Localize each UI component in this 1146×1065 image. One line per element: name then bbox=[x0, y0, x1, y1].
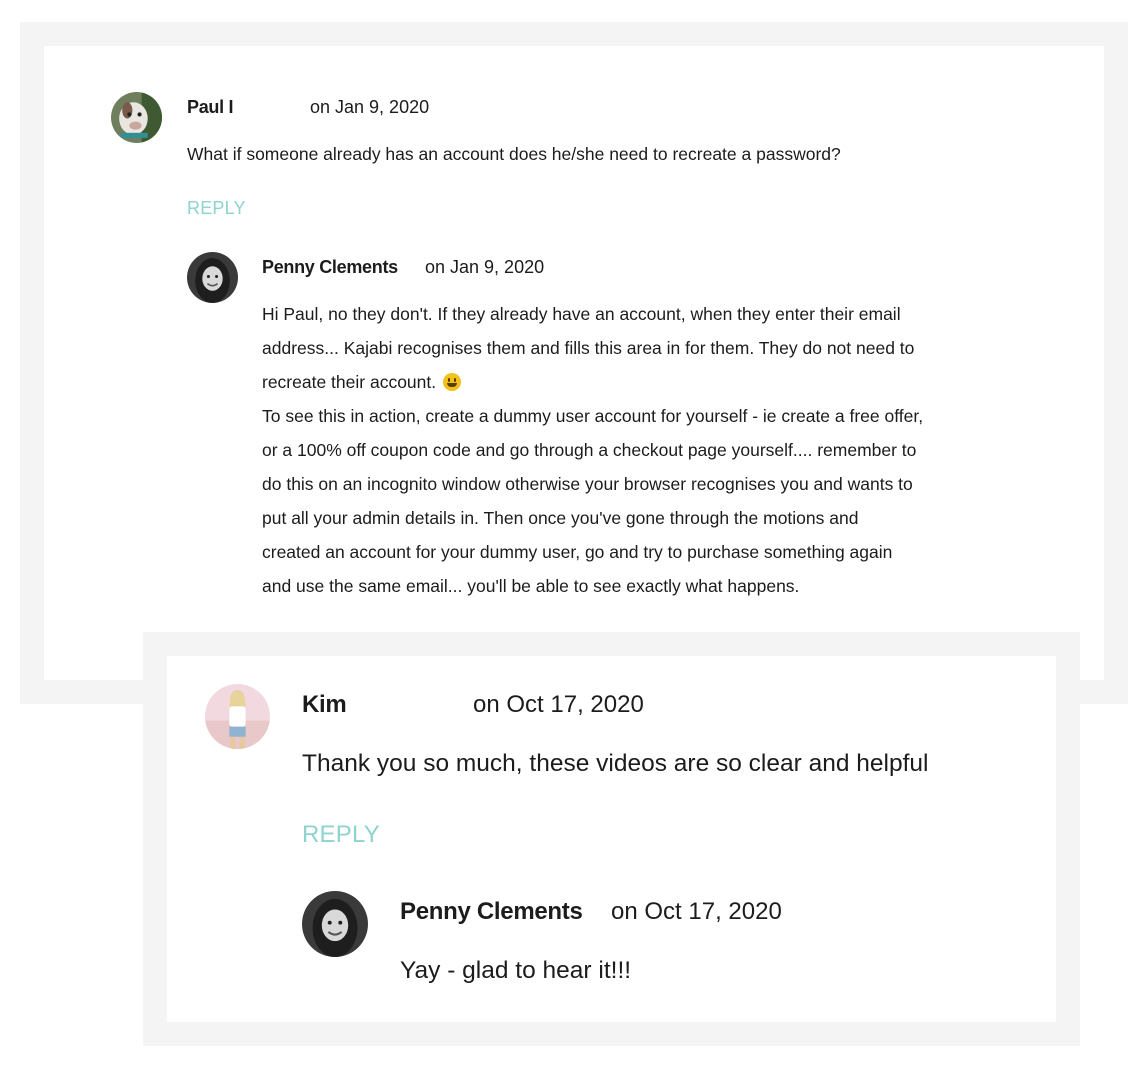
reply-date: on Jan 9, 2020 bbox=[425, 257, 545, 277]
reply-line-with-emoji: recreate their account. bbox=[262, 365, 923, 399]
redacted-name-mask bbox=[238, 96, 298, 120]
comment-author[interactable]: Kim bbox=[302, 691, 347, 719]
grinning-face-emoji-icon bbox=[443, 373, 461, 391]
woman-photo-avatar bbox=[187, 252, 238, 303]
reply-line: and use the same email... you'll be able… bbox=[262, 576, 800, 596]
reply-line: created an account for your dummy user, … bbox=[262, 542, 893, 562]
reply-button[interactable]: REPLY bbox=[187, 198, 246, 219]
reply-date: on Oct 17, 2020 bbox=[611, 898, 782, 925]
reply-line: do this on an incognito window otherwise… bbox=[262, 474, 913, 494]
reply-line: To see this in action, create a dummy us… bbox=[262, 406, 924, 426]
reply-text: Hi Paul, no they don't. If they already … bbox=[262, 297, 923, 603]
reply-line: Hi Paul, no they don't. If they already … bbox=[262, 304, 901, 324]
comment-date: on Jan 9, 2020 bbox=[310, 97, 430, 117]
reply-line: or a 100% off coupon code and go through… bbox=[262, 440, 917, 460]
reply-line: address... Kajabi recognises them and fi… bbox=[262, 338, 915, 358]
reply-button[interactable]: REPLY bbox=[302, 821, 380, 849]
woman-photo-avatar bbox=[302, 891, 368, 957]
dog-photo-avatar bbox=[111, 92, 162, 143]
comment-date: on Oct 17, 2020 bbox=[473, 691, 644, 718]
comment-text: What if someone already has an account d… bbox=[187, 144, 841, 164]
comment-text: Thank you so much, these videos are so c… bbox=[302, 750, 929, 777]
woman-beach-photo-avatar bbox=[205, 684, 270, 749]
reply-line: put all your admin details in. Then once… bbox=[262, 508, 859, 528]
reply-author[interactable]: Penny Clements bbox=[400, 898, 583, 926]
reply-line: recreate their account. bbox=[262, 372, 437, 392]
reply-text: Yay - glad to hear it!!! bbox=[400, 957, 632, 984]
comment-author[interactable]: Paul I bbox=[187, 97, 234, 118]
reply-author[interactable]: Penny Clements bbox=[262, 257, 398, 278]
